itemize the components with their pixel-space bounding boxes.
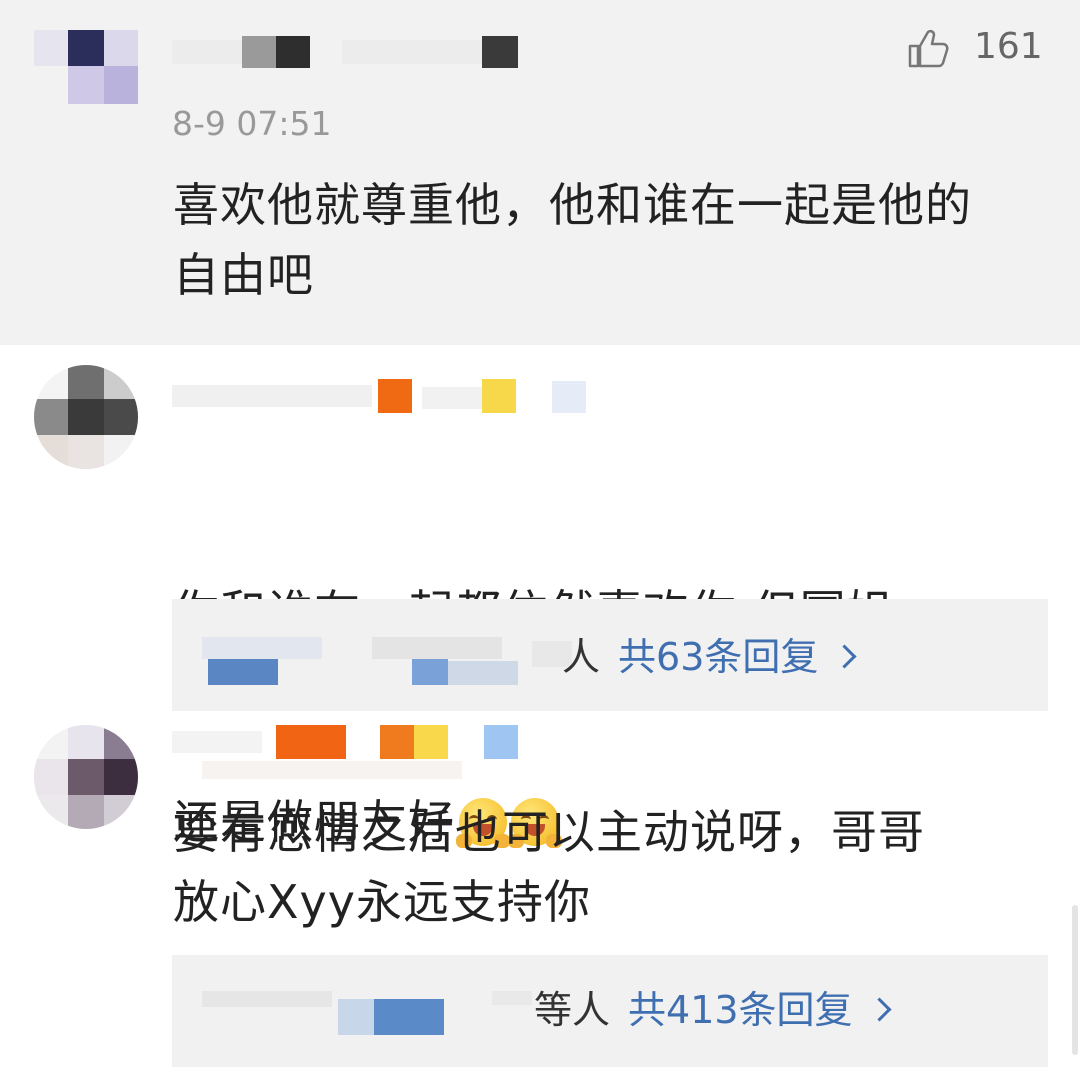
reply-users-label: 人 — [562, 635, 601, 679]
comment-timestamp: 8-9 07:51 — [172, 104, 332, 143]
like-count: 161 — [974, 26, 1043, 67]
chevron-right-icon — [867, 997, 892, 1022]
comment-text: 要有恋情之后也可以主动说呀，哥哥 放心Xyy永远支持你 — [173, 805, 925, 929]
avatar[interactable] — [34, 725, 138, 829]
comment-item[interactable]: 161 8-9 07:51 喜欢他就尊重他，他和谁在一起是他的 自由吧 — [0, 0, 1080, 345]
thumbs-up-icon — [908, 29, 949, 68]
replies-box[interactable]: 等人 共413条回复 — [172, 955, 1048, 1067]
comment-text: 喜欢他就尊重他，他和谁在一起是他的 自由吧 — [173, 178, 972, 302]
reply-count-link[interactable]: 共63条回复 — [618, 635, 818, 679]
username-blurred[interactable] — [172, 34, 552, 70]
username-blurred[interactable] — [172, 377, 612, 417]
replies-box[interactable]: 人共63条回复 — [172, 599, 1048, 711]
chevron-right-icon — [832, 644, 857, 669]
reply-summary[interactable]: 等人 共413条回复 — [534, 985, 892, 1035]
avatar[interactable] — [34, 30, 138, 104]
reply-users-blurred — [202, 979, 542, 1039]
like-button[interactable]: 161 — [906, 26, 1046, 70]
reply-count-link[interactable]: 共413条回复 — [628, 988, 853, 1032]
comment-item[interactable]: 你和谁在一起都依然喜欢你 但幂姐 还是做朋友好 人共63条回复 — [0, 345, 1080, 849]
reply-users-blurred — [202, 625, 602, 689]
username-blurred[interactable] — [172, 721, 572, 785]
reply-users-label: 等人 — [534, 988, 611, 1032]
scrollbar[interactable] — [1072, 905, 1078, 1055]
reply-summary[interactable]: 人共63条回复 — [562, 632, 857, 682]
comment-item[interactable]: 要有恋情之后也可以主动说呀，哥哥 放心Xyy永远支持你 等人 共413条回复 — [0, 715, 1080, 1075]
avatar[interactable] — [34, 365, 138, 469]
